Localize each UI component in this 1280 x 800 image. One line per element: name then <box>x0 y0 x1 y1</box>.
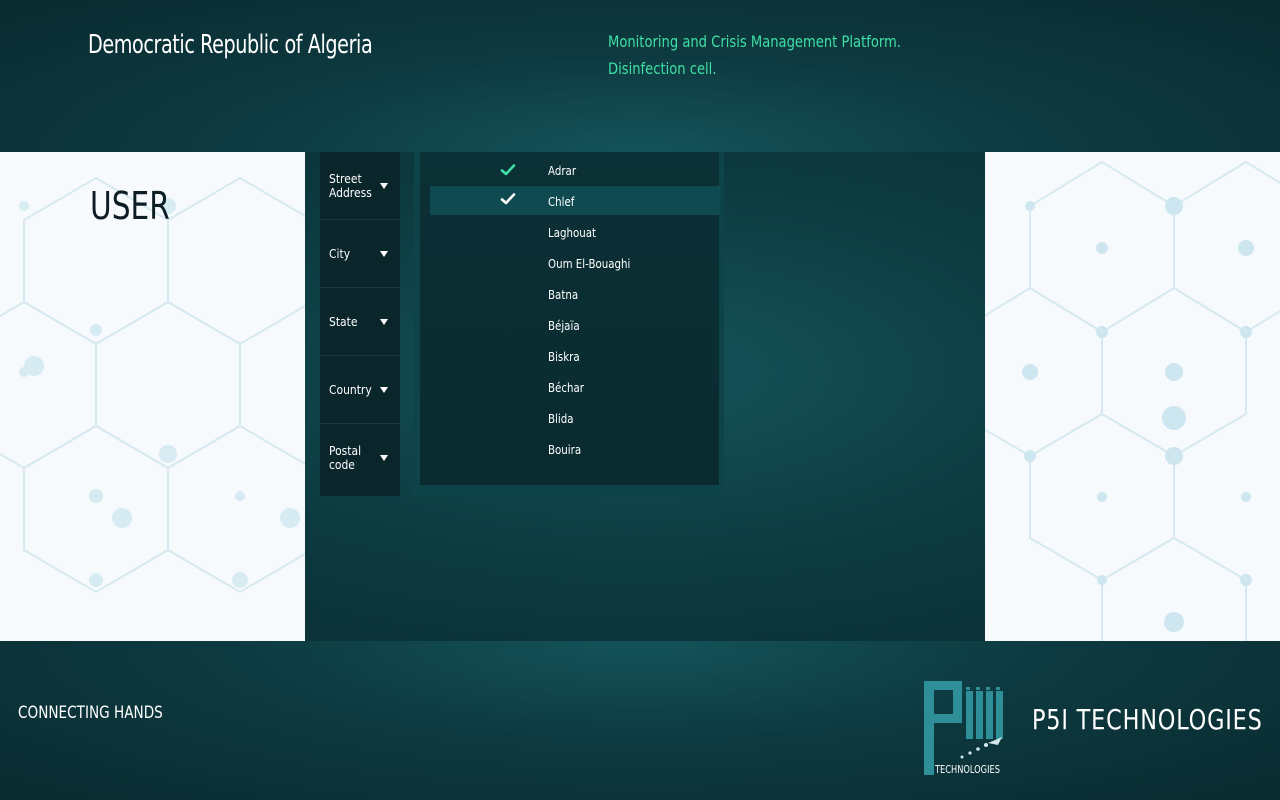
field-state[interactable]: State <box>320 288 400 356</box>
option-label: Laghouat <box>548 225 597 240</box>
option-label: Béjaïa <box>548 318 580 333</box>
option-label: Batna <box>548 287 579 302</box>
caret-down-icon[interactable] <box>380 386 388 393</box>
footer: CONNECTING HANDS TECHNOLOGIES P5I TECHNO… <box>0 641 1280 800</box>
user-panel: USER <box>0 152 305 641</box>
field-label: Country <box>329 381 372 397</box>
option-label: Oum El-Bouaghi <box>548 256 631 271</box>
field-label: Postal code <box>329 443 362 472</box>
field-label: State <box>329 313 358 329</box>
field-postal-code[interactable]: Postal code <box>320 424 400 492</box>
caret-down-icon[interactable] <box>380 455 388 461</box>
user-label: USER <box>90 184 170 228</box>
caret-down-icon[interactable] <box>380 318 388 325</box>
dropdown-option[interactable]: Bouira <box>430 436 720 465</box>
field-label: Street Address <box>329 170 372 200</box>
dropdown-option[interactable]: Blida <box>430 405 720 434</box>
dropdown-list[interactable]: Adrar Chlef Laghouat Oum El-Bouaghi Batn… <box>420 152 720 485</box>
dropdown-option[interactable]: Béchar <box>430 374 720 403</box>
option-label: Adrar <box>548 163 577 178</box>
caret-down-icon[interactable] <box>380 250 388 257</box>
logo-text: TECHNOLOGIES <box>935 763 1000 776</box>
dropdown-option[interactable]: Biskra <box>430 343 720 372</box>
dropdown-option-highlighted[interactable]: Chlef <box>430 186 720 215</box>
dropdown-option[interactable]: Béjaïa <box>430 312 720 341</box>
tagline: CONNECTING HANDS <box>18 703 163 723</box>
option-label: Béchar <box>548 380 584 395</box>
state-dropdown[interactable]: Adrar Chlef Laghouat Oum El-Bouaghi Batn… <box>414 152 724 496</box>
option-label: Bouira <box>548 442 582 457</box>
check-icon <box>500 193 516 205</box>
dropdown-option[interactable]: Batna <box>430 281 720 310</box>
dropdown-option[interactable]: Adrar <box>430 157 720 186</box>
caret-down-icon[interactable] <box>380 182 388 189</box>
field-label: City <box>329 245 351 261</box>
field-street-address[interactable]: Street Address <box>320 152 400 220</box>
option-label: Biskra <box>548 349 580 364</box>
hexagon-pattern-right <box>985 160 1280 641</box>
platform-subtitle: Disinfection cell. <box>608 59 717 78</box>
country-title: Democratic Republic of Algeria <box>88 30 373 60</box>
field-country[interactable]: Country <box>320 356 400 424</box>
decor-panel-right <box>985 152 1280 641</box>
platform-title: Monitoring and Crisis Management Platfor… <box>608 32 901 51</box>
option-label: Chlef <box>548 194 575 209</box>
main-area: USER Street Address City State Country P… <box>0 152 1280 641</box>
check-icon <box>500 164 516 176</box>
dropdown-option[interactable]: Laghouat <box>430 219 720 248</box>
company-name: P5I TECHNOLOGIES <box>1032 703 1263 736</box>
address-fields: Street Address City State Country Postal… <box>320 152 400 496</box>
option-label: Blida <box>548 411 574 426</box>
dropdown-option[interactable]: Oum El-Bouaghi <box>430 250 720 279</box>
header: Democratic Republic of Algeria Monitorin… <box>0 0 1280 152</box>
field-city[interactable]: City <box>320 220 400 288</box>
